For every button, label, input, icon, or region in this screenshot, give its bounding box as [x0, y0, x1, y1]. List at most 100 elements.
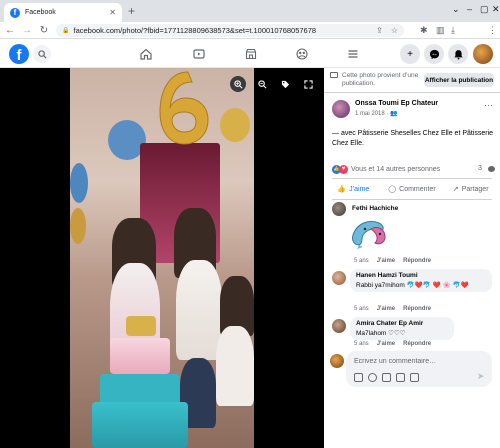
- share-icon[interactable]: ⇪: [376, 26, 383, 35]
- view-publication-button[interactable]: Afficher la publication: [424, 73, 494, 87]
- tag-icon[interactable]: [277, 76, 293, 92]
- comment-text: Rabbi ya7mihom 🐬❤️🐬 ❤️ 🌸 🐬❤️: [356, 282, 469, 289]
- post-date[interactable]: 1 mai 2018 · 👥: [355, 110, 398, 117]
- comment-like-link[interactable]: J'aime: [377, 306, 395, 312]
- info-icon: [330, 72, 338, 78]
- cake-middle-tier-image: [100, 374, 180, 404]
- emoji-icon[interactable]: [368, 373, 377, 382]
- commenter-name[interactable]: Hanen Hamzi Toumi: [356, 272, 486, 279]
- sticker-icon[interactable]: [410, 373, 419, 382]
- minimize-icon[interactable]: –: [467, 4, 472, 14]
- comment-meta: 5 ans J'aime Répondre: [354, 341, 431, 347]
- messenger-icon[interactable]: [424, 44, 444, 64]
- browser-tab[interactable]: f Facebook ✕: [4, 3, 122, 22]
- my-avatar[interactable]: [330, 354, 344, 368]
- comment-reply-link[interactable]: Répondre: [403, 341, 431, 347]
- girl-right-dress-image: [176, 260, 222, 360]
- divider: [324, 92, 500, 93]
- photo-viewer: [0, 68, 324, 448]
- cake-bottom-tier-image: [92, 402, 188, 448]
- create-icon[interactable]: +: [400, 44, 420, 64]
- thumbs-up-icon: 👍: [337, 186, 347, 193]
- reactions-text[interactable]: Vous et 14 autres personnes: [351, 166, 440, 173]
- notifications-icon[interactable]: [448, 44, 468, 64]
- camera-icon[interactable]: [382, 373, 391, 382]
- groups-icon[interactable]: [293, 45, 311, 63]
- commenter-avatar[interactable]: [332, 319, 346, 333]
- divider: [332, 199, 492, 200]
- menu-icon[interactable]: [344, 45, 362, 63]
- tab-strip: f Facebook ✕ + ⌄ – ▢ ✕: [0, 0, 500, 22]
- marketplace-icon[interactable]: [242, 45, 260, 63]
- zoom-out-icon[interactable]: [254, 76, 270, 92]
- love-reaction-icon: ♥: [339, 164, 348, 174]
- home-icon[interactable]: [137, 45, 155, 63]
- zoom-in-icon[interactable]: [230, 76, 246, 92]
- comment-like-link[interactable]: J'aime: [377, 258, 395, 264]
- chevron-down-icon[interactable]: ⌄: [452, 4, 460, 15]
- comment-time[interactable]: 5 ans: [354, 306, 369, 312]
- comment-reply-link[interactable]: Répondre: [403, 258, 431, 264]
- extensions-icon[interactable]: ✱: [420, 25, 428, 36]
- close-window-icon[interactable]: ✕: [492, 4, 500, 15]
- comment-meta: 5 ans J'aime Répondre: [354, 258, 431, 264]
- author-name[interactable]: Onssa Toumi Ep Chateur: [355, 100, 438, 107]
- comment-bubble: Amira Chater Ep Amir Ma7lahom ♡♡♡: [350, 317, 454, 340]
- star-icon[interactable]: ☆: [391, 26, 398, 35]
- post-caption: — avec Pâtisserie Sheselles Chez Elle et…: [332, 130, 494, 147]
- cake-top-tier-image: [110, 338, 170, 374]
- back-icon[interactable]: ←: [3, 25, 17, 36]
- comment-meta: 5 ans J'aime Répondre: [354, 306, 431, 312]
- comment-composer[interactable]: ➤: [346, 351, 492, 387]
- comment-bubble-icon: [488, 166, 495, 172]
- more-options-icon[interactable]: ⋯: [484, 100, 493, 111]
- party-photo[interactable]: [70, 68, 254, 448]
- gif-icon[interactable]: [396, 373, 405, 382]
- sidebar-icon[interactable]: ▥: [436, 25, 445, 36]
- commenter-avatar[interactable]: [332, 202, 346, 216]
- search-icon[interactable]: [33, 45, 51, 63]
- cake-crown-image: [126, 316, 156, 336]
- comment-text: Ma7lahom ♡♡♡: [356, 330, 406, 337]
- lock-icon[interactable]: 🔒: [62, 27, 69, 34]
- post-panel: Cette photo provient d’une publication. …: [324, 68, 500, 448]
- comment-time[interactable]: 5 ans: [354, 341, 369, 347]
- commenter-avatar[interactable]: [332, 271, 346, 285]
- forward-icon[interactable]: →: [20, 25, 34, 36]
- avatar-sticker-icon[interactable]: [354, 373, 363, 382]
- tab-title: Facebook: [25, 9, 56, 16]
- comment-bubble: Hanen Hamzi Toumi Rabbi ya7mihom 🐬❤️🐬 ❤️…: [350, 269, 492, 292]
- download-icon[interactable]: ⤓: [451, 25, 455, 36]
- fullscreen-icon[interactable]: [300, 76, 316, 92]
- maximize-icon[interactable]: ▢: [480, 4, 489, 15]
- author-avatar[interactable]: [332, 100, 350, 118]
- facebook-logo-icon[interactable]: f: [9, 44, 29, 64]
- like-button[interactable]: 👍 J’aime: [324, 180, 383, 198]
- notice-text: Cette photo provient d’une publication.: [342, 72, 419, 87]
- third-girl-dress-image: [216, 326, 254, 406]
- share-arrow-icon: ↗: [452, 186, 459, 193]
- comment-reply-link[interactable]: Répondre: [403, 306, 431, 312]
- reload-icon[interactable]: ↻: [37, 25, 51, 36]
- facebook-logo-letter: f: [16, 47, 22, 64]
- browser-toolbar: ← → ↻ 🔒 facebook.com/photo/?fbid=1771128…: [0, 22, 500, 58]
- watch-icon[interactable]: [190, 45, 208, 63]
- commenter-name[interactable]: Fethi Hachiche: [352, 205, 398, 212]
- post-date-text[interactable]: 1 mai 2018 ·: [355, 111, 388, 117]
- comment-time[interactable]: 5 ans: [354, 258, 369, 264]
- url-text[interactable]: facebook.com/photo/?fbid=177112880963857…: [73, 26, 368, 35]
- comment-like-link[interactable]: J'aime: [377, 341, 395, 347]
- send-icon[interactable]: ➤: [477, 371, 485, 382]
- commenter-name[interactable]: Amira Chater Ep Amir: [356, 320, 448, 327]
- more-icon[interactable]: ⋮: [488, 25, 497, 36]
- share-button[interactable]: ↗ Partager: [441, 180, 500, 198]
- comment-count[interactable]: 3: [478, 165, 482, 172]
- comment-input[interactable]: [354, 356, 484, 366]
- new-tab-icon[interactable]: +: [128, 4, 135, 18]
- address-bar[interactable]: 🔒 facebook.com/photo/?fbid=1771128809638…: [56, 24, 404, 37]
- like-label: J’aime: [349, 185, 370, 193]
- comment-button[interactable]: ◯ Commenter: [383, 180, 442, 198]
- close-tab-icon[interactable]: ✕: [109, 8, 116, 17]
- account-icon[interactable]: [473, 44, 493, 64]
- reactions-summary[interactable]: 👍 ♥ Vous et 14 autres personnes: [332, 164, 440, 174]
